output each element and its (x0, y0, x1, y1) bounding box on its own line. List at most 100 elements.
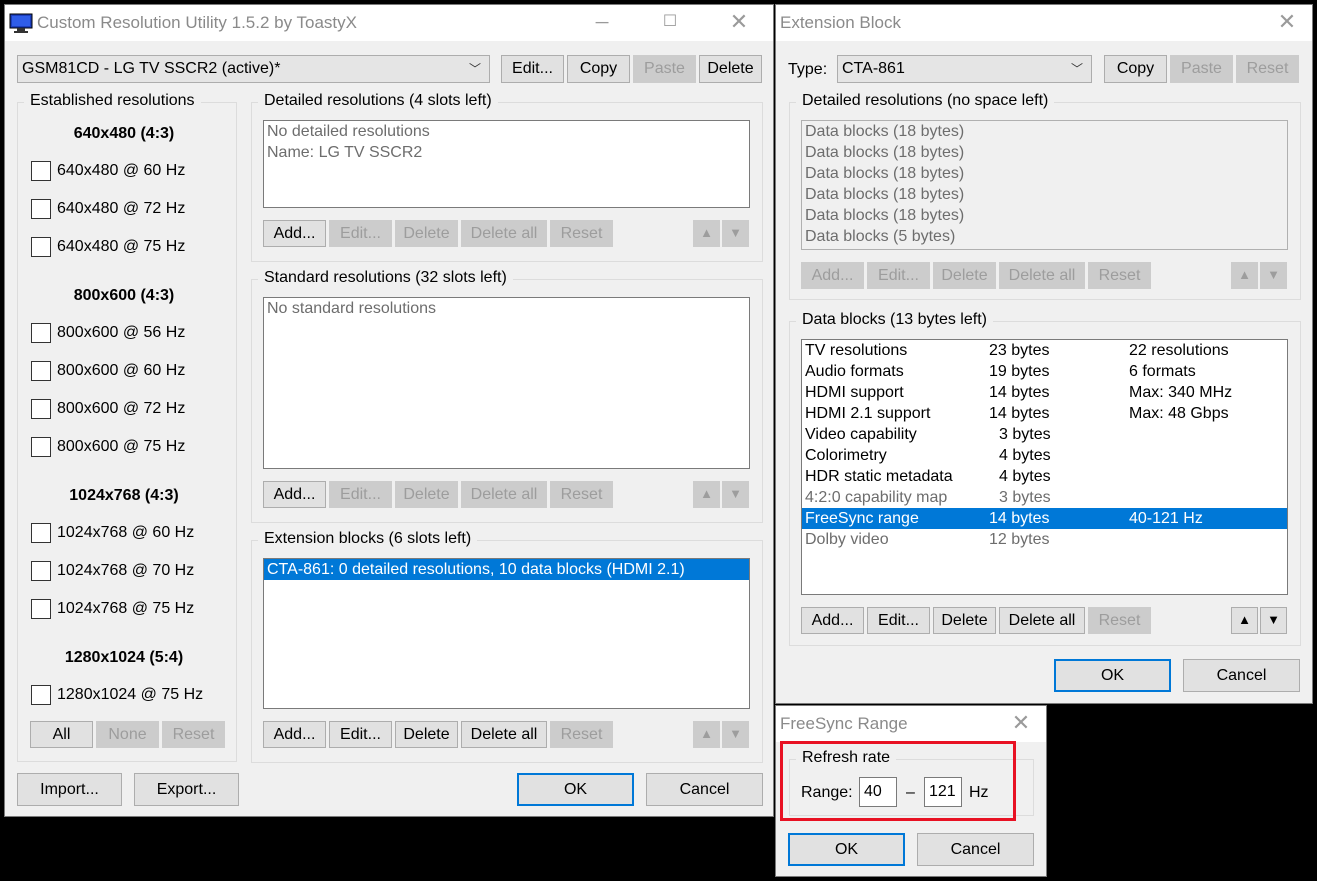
data-block-delete-all-button[interactable]: Delete all (999, 607, 1085, 634)
table-row-selected[interactable]: FreeSync range 14 bytes 40-121 Hz (802, 508, 1287, 529)
table-row[interactable]: TV resolutions 23 bytes 22 resolutions (802, 340, 1287, 361)
ok-button[interactable]: OK (517, 773, 634, 806)
res-checkbox[interactable]: 640x480 @ 72 Hz (31, 198, 185, 220)
standard-add-button[interactable]: Add... (263, 481, 326, 508)
import-button[interactable]: Import... (17, 773, 122, 806)
res-checkbox[interactable]: 640x480 @ 75 Hz (31, 236, 185, 258)
ext-detailed-list[interactable]: Data blocks (18 bytes) Data blocks (18 b… (801, 120, 1288, 250)
ext-cancel-button[interactable]: Cancel (1183, 659, 1300, 692)
standard-delete-all-button[interactable]: Delete all (461, 481, 547, 508)
table-row[interactable]: Audio formats 19 bytes 6 formats (802, 361, 1287, 382)
established-reset-button[interactable]: Reset (162, 721, 225, 748)
close-button[interactable]: ✕ (716, 5, 762, 41)
ext-detailed-delete-all-button[interactable]: Delete all (999, 262, 1085, 289)
ext-detailed-add-button[interactable]: Add... (801, 262, 864, 289)
table-row[interactable]: 4:2:0 capability map 3 bytes (802, 487, 1287, 508)
res-checkbox[interactable]: 1024x768 @ 75 Hz (31, 598, 194, 620)
detailed-reset-button[interactable]: Reset (550, 220, 613, 247)
checkbox-box[interactable] (31, 322, 51, 343)
checkbox-box[interactable] (31, 360, 51, 381)
select-none-button[interactable]: None (96, 721, 159, 748)
table-row[interactable]: HDMI support 14 bytes Max: 340 MHz (802, 382, 1287, 403)
data-blocks-list[interactable]: TV resolutions 23 bytes 22 resolutions Aud… (801, 339, 1288, 595)
data-block-delete-button[interactable]: Delete (933, 607, 996, 634)
ext-copy-button[interactable]: Copy (1104, 55, 1167, 83)
extension-blocks-list[interactable]: CTA-861: 0 detailed resolutions, 10 data… (263, 558, 750, 709)
detailed-delete-button[interactable]: Delete (395, 220, 458, 247)
move-down-icon[interactable]: ▼ (722, 481, 749, 508)
table-row[interactable]: HDR static metadata 4 bytes (802, 466, 1287, 487)
move-up-icon[interactable]: ▲ (693, 481, 720, 508)
checkbox-box[interactable] (31, 436, 51, 457)
close-button[interactable]: ✕ (1264, 5, 1310, 41)
data-block-add-button[interactable]: Add... (801, 607, 864, 634)
res-checkbox[interactable]: 800x600 @ 75 Hz (31, 436, 185, 458)
close-button[interactable]: ✕ (998, 706, 1044, 742)
checkbox-box[interactable] (31, 236, 51, 257)
detailed-delete-all-button[interactable]: Delete all (461, 220, 547, 247)
standard-delete-button[interactable]: Delete (395, 481, 458, 508)
table-row[interactable]: HDMI 2.1 support 14 bytes Max: 48 Gbps (802, 403, 1287, 424)
move-down-icon[interactable]: ▼ (1260, 607, 1287, 634)
paste-monitor-button[interactable]: Paste (633, 55, 696, 83)
freesync-ok-button[interactable]: OK (788, 833, 905, 866)
monitor-select[interactable]: GSM81CD - LG TV SSCR2 (active)* ﹀ (17, 55, 490, 83)
delete-monitor-button[interactable]: Delete (699, 55, 762, 83)
freesync-cancel-button[interactable]: Cancel (917, 833, 1034, 866)
res-checkbox[interactable]: 640x480 @ 60 Hz (31, 160, 185, 182)
extension-delete-button[interactable]: Delete (395, 721, 458, 748)
extension-reset-button[interactable]: Reset (550, 721, 613, 748)
checkbox-box[interactable] (31, 560, 51, 581)
ext-reset-button[interactable]: Reset (1236, 55, 1299, 83)
checkbox-box[interactable] (31, 198, 51, 219)
type-select[interactable]: CTA-861 ﹀ (837, 55, 1092, 83)
checkbox-box[interactable] (31, 598, 51, 619)
move-down-icon[interactable]: ▼ (722, 721, 749, 748)
edit-monitor-button[interactable]: Edit... (501, 55, 564, 83)
main-titlebar[interactable]: Custom Resolution Utility 1.5.2 by Toast… (5, 5, 773, 41)
cancel-button[interactable]: Cancel (646, 773, 763, 806)
copy-monitor-button[interactable]: Copy (567, 55, 630, 83)
standard-resolutions-list[interactable]: No standard resolutions (263, 297, 750, 469)
res-checkbox[interactable]: 800x600 @ 60 Hz (31, 360, 185, 382)
ext-ok-button[interactable]: OK (1054, 659, 1171, 692)
res-checkbox[interactable]: 1024x768 @ 70 Hz (31, 560, 194, 582)
checkbox-box[interactable] (31, 398, 51, 419)
res-checkbox[interactable]: 800x600 @ 72 Hz (31, 398, 185, 420)
extension-add-button[interactable]: Add... (263, 721, 326, 748)
ext-detailed-delete-button[interactable]: Delete (933, 262, 996, 289)
checkbox-box[interactable] (31, 160, 51, 181)
ext-detailed-edit-button[interactable]: Edit... (867, 262, 930, 289)
move-up-icon[interactable]: ▲ (1231, 607, 1258, 634)
table-row[interactable]: Dolby video 12 bytes (802, 529, 1287, 550)
ext-paste-button[interactable]: Paste (1170, 55, 1233, 83)
table-row[interactable]: Colorimetry 4 bytes (802, 445, 1287, 466)
standard-reset-button[interactable]: Reset (550, 481, 613, 508)
select-all-button[interactable]: All (30, 721, 93, 748)
extension-delete-all-button[interactable]: Delete all (461, 721, 547, 748)
export-button[interactable]: Export... (134, 773, 239, 806)
checkbox-box[interactable] (31, 684, 51, 705)
move-down-icon[interactable]: ▼ (722, 220, 749, 247)
ext-detailed-reset-button[interactable]: Reset (1088, 262, 1151, 289)
table-row[interactable]: Video capability 3 bytes (802, 424, 1287, 445)
data-block-edit-button[interactable]: Edit... (867, 607, 930, 634)
maximize-button[interactable]: ☐ (647, 5, 693, 41)
move-up-icon[interactable]: ▲ (693, 721, 720, 748)
res-checkbox[interactable]: 1280x1024 @ 75 Hz (31, 684, 203, 706)
move-down-icon[interactable]: ▼ (1260, 262, 1287, 289)
ext-titlebar[interactable]: Extension Block ✕ (776, 5, 1312, 41)
move-up-icon[interactable]: ▲ (693, 220, 720, 247)
detailed-add-button[interactable]: Add... (263, 220, 326, 247)
move-up-icon[interactable]: ▲ (1231, 262, 1258, 289)
res-checkbox[interactable]: 1024x768 @ 60 Hz (31, 522, 194, 544)
data-block-reset-button[interactable]: Reset (1088, 607, 1151, 634)
freesync-titlebar[interactable]: FreeSync Range ✕ (776, 706, 1046, 742)
minimize-button[interactable]: ─ (579, 5, 625, 41)
checkbox-box[interactable] (31, 522, 51, 543)
standard-edit-button[interactable]: Edit... (329, 481, 392, 508)
detailed-resolutions-list[interactable]: No detailed resolutions Name: LG TV SSCR… (263, 120, 750, 208)
res-checkbox[interactable]: 800x600 @ 56 Hz (31, 322, 185, 344)
detailed-edit-button[interactable]: Edit... (329, 220, 392, 247)
extension-edit-button[interactable]: Edit... (329, 721, 392, 748)
